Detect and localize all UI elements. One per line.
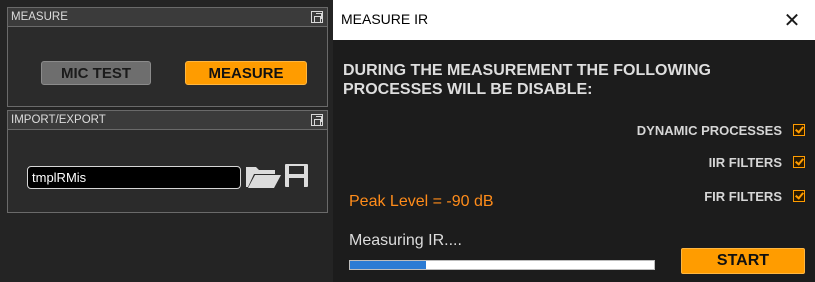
checkbox-checked-icon[interactable] — [793, 190, 805, 202]
float-window-icon[interactable] — [311, 114, 323, 126]
import-export-panel-header: IMPORT/EXPORT — [8, 111, 327, 130]
measure-panel-header: MEASURE — [8, 8, 327, 27]
option-label: DYNAMIC PROCESSES — [636, 122, 782, 138]
dialog-titlebar: MEASURE IR ✕ — [333, 0, 815, 40]
close-icon[interactable]: ✕ — [769, 0, 815, 40]
option-dynamic-processes[interactable]: DYNAMIC PROCESSES — [637, 122, 805, 138]
save-icon[interactable] — [284, 163, 309, 188]
option-fir-filters[interactable]: FIR FILTERS — [704, 188, 805, 204]
import-export-panel-title: IMPORT/EXPORT — [11, 114, 106, 126]
disable-notice: DURING THE MEASUREMENT THE FOLLOWING PRO… — [343, 62, 711, 98]
mic-test-button[interactable]: MIC TEST — [41, 61, 151, 85]
dialog-title: MEASURE IR — [341, 11, 429, 27]
measure-panel-title: MEASURE — [11, 11, 68, 23]
folder-open-icon[interactable] — [244, 162, 282, 190]
filename-input[interactable]: tmplRMis — [27, 166, 241, 189]
option-label: FIR FILTERS — [704, 188, 782, 204]
float-window-icon[interactable] — [311, 11, 323, 23]
start-button[interactable]: START — [681, 248, 805, 274]
left-panels-area: MEASURE MIC TEST MEASURE IMPORT/EXPORT t… — [0, 0, 333, 282]
measure-ir-dialog: MEASURE IR ✕ DURING THE MEASUREMENT THE … — [333, 0, 815, 282]
progress-fill — [350, 261, 426, 269]
checkbox-checked-icon[interactable] — [793, 156, 805, 168]
peak-level-readout: Peak Level = -90 dB — [349, 193, 494, 210]
measure-panel: MEASURE MIC TEST MEASURE — [7, 7, 328, 107]
option-iir-filters[interactable]: IIR FILTERS — [709, 154, 805, 170]
measurement-progress-bar — [349, 260, 655, 270]
measuring-status: Measuring IR.... — [349, 232, 462, 249]
import-export-panel: IMPORT/EXPORT tmplRMis — [7, 110, 328, 213]
checkbox-checked-icon[interactable] — [793, 124, 805, 136]
measure-button[interactable]: MEASURE — [185, 61, 307, 85]
option-label: IIR FILTERS — [708, 154, 782, 170]
